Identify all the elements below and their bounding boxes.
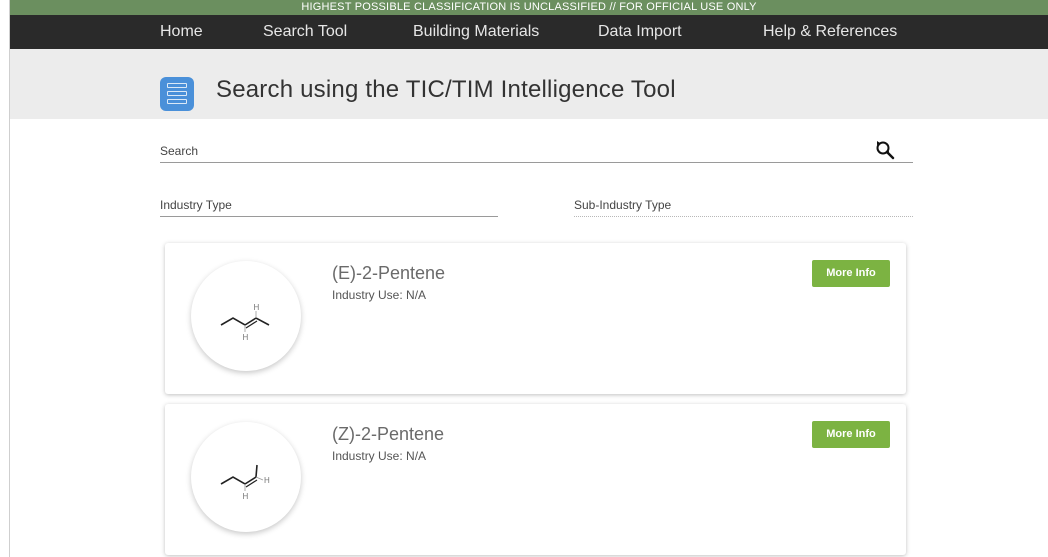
hydrogen-label: H xyxy=(254,303,260,312)
search-field[interactable]: Search xyxy=(160,144,913,164)
industry-use: Industry Use: N/A xyxy=(332,288,427,302)
industry-use: Industry Use: N/A xyxy=(332,449,427,463)
sub-industry-type-select[interactable]: Sub-Industry Type xyxy=(574,198,913,218)
hydrogen-label: H xyxy=(243,492,249,501)
nav-item-home[interactable]: Home xyxy=(160,15,203,49)
result-card: H H (Z)-2-Pentene Industry Use: N/A More… xyxy=(165,404,906,555)
nav-item-building-materials[interactable]: Building Materials xyxy=(413,15,539,49)
classification-banner: HIGHEST POSSIBLE CLASSIFICATION IS UNCLA… xyxy=(10,0,1048,15)
e-2-pentene-structure-icon: H H xyxy=(220,303,270,342)
sub-industry-type-label: Sub-Industry Type xyxy=(574,198,672,212)
compound-name: (E)-2-Pentene xyxy=(332,263,446,283)
industry-type-underline xyxy=(160,216,498,217)
search-refresh-icon[interactable] xyxy=(874,139,896,161)
list-document-icon xyxy=(160,77,194,111)
result-card: H H (E)-2-Pentene Industry Use: N/A More… xyxy=(165,243,906,394)
top-nav: Home Search Tool Building Materials Data… xyxy=(10,15,1048,49)
hydrogen-label: H xyxy=(264,476,270,485)
window-left-edge xyxy=(0,0,10,557)
molecule-structure-image: H H xyxy=(191,261,301,371)
industry-type-label: Industry Type xyxy=(160,198,232,212)
z-2-pentene-structure-icon: H H xyxy=(220,464,270,501)
page-header: Search using the TIC/TIM Intelligence To… xyxy=(10,49,1048,119)
page: HIGHEST POSSIBLE CLASSIFICATION IS UNCLA… xyxy=(0,0,1048,557)
search-label: Search xyxy=(160,144,199,158)
page-title: Search using the TIC/TIM Intelligence To… xyxy=(216,76,676,103)
sub-industry-type-underline xyxy=(574,216,913,217)
nav-item-data-import[interactable]: Data Import xyxy=(598,15,682,49)
industry-type-select[interactable]: Industry Type xyxy=(160,198,498,218)
search-input-underline xyxy=(160,162,913,163)
more-info-button[interactable]: More Info xyxy=(812,260,890,287)
nav-item-search-tool[interactable]: Search Tool xyxy=(263,15,347,49)
more-info-button[interactable]: More Info xyxy=(812,421,890,448)
molecule-structure-image: H H xyxy=(191,422,301,532)
nav-item-help-references[interactable]: Help & References xyxy=(763,15,897,49)
compound-name: (Z)-2-Pentene xyxy=(332,424,445,444)
hydrogen-label: H xyxy=(243,333,249,342)
